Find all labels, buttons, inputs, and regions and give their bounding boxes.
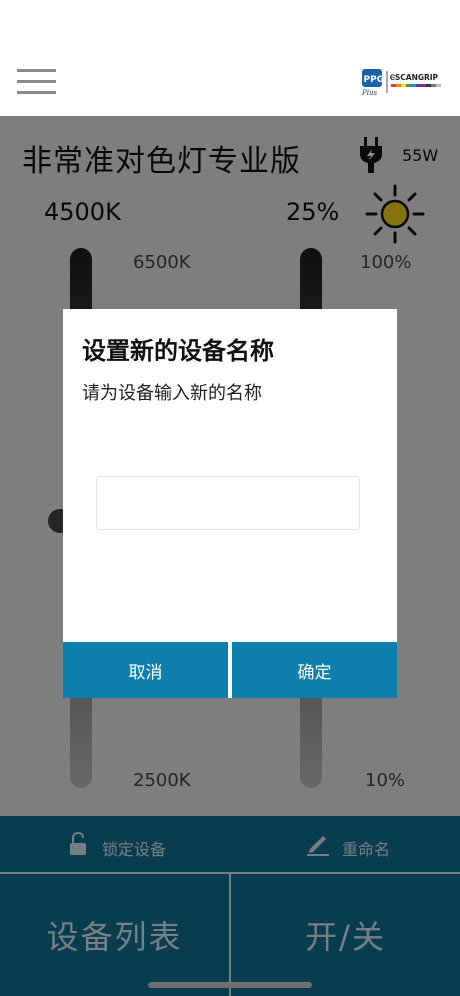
device-name-input[interactable] <box>96 476 360 530</box>
svg-text:Plus: Plus <box>361 89 377 96</box>
svg-text:ⲈSCANGRIP: ⲈSCANGRIP <box>390 73 439 82</box>
dialog-title: 设置新的设备名称 <box>82 337 274 365</box>
ppg-scangrip-logo: PPG Plus ⲈSCANGRIP <box>361 69 441 96</box>
rename-dialog: 设置新的设备名称 请为设备输入新的名称 取消 确定 <box>63 309 397 698</box>
confirm-button[interactable]: 确定 <box>232 642 397 698</box>
home-indicator <box>148 982 312 988</box>
svg-text:PPG: PPG <box>364 75 385 85</box>
dialog-message: 请为设备输入新的名称 <box>82 383 262 404</box>
app-header: PPG Plus ⲈSCANGRIP <box>0 0 460 116</box>
hamburger-menu-icon[interactable] <box>12 62 62 102</box>
cancel-button[interactable]: 取消 <box>63 642 228 698</box>
